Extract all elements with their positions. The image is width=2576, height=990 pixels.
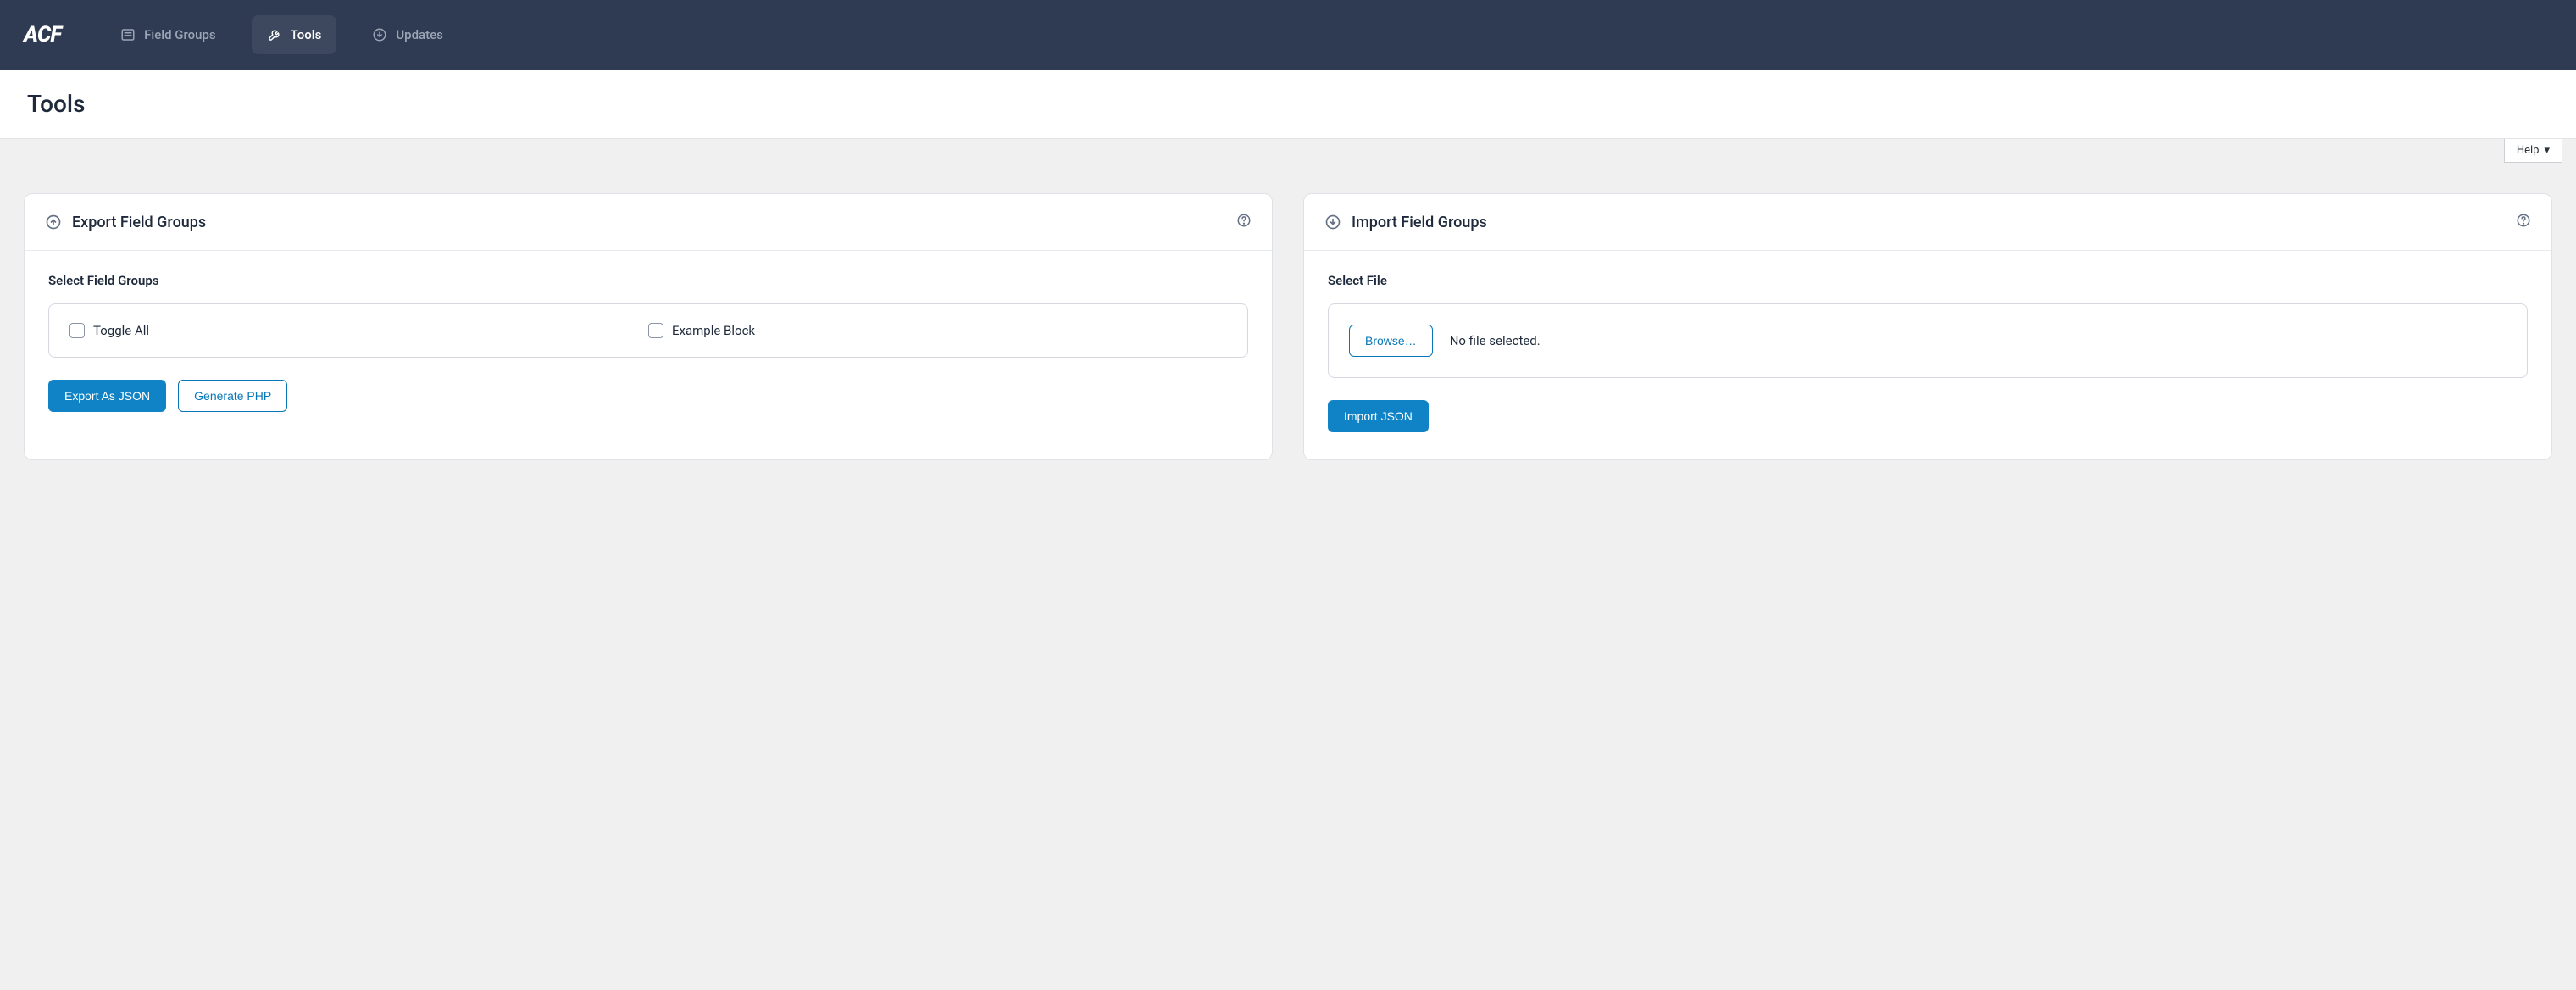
help-tab[interactable]: Help ▾ — [2504, 139, 2562, 163]
help-row: Help ▾ — [0, 139, 2576, 163]
cards-container: Export Field Groups Select Field Groups … — [0, 163, 2576, 484]
checkbox-icon — [648, 323, 663, 338]
import-json-button[interactable]: Import JSON — [1328, 400, 1429, 432]
card-header: Export Field Groups — [25, 194, 1272, 251]
toggle-all-checkbox[interactable]: Toggle All — [69, 323, 648, 338]
export-json-button[interactable]: Export As JSON — [48, 380, 166, 412]
field-group-box: Toggle All Example Block — [48, 303, 1248, 358]
file-status: No file selected. — [1450, 333, 1541, 348]
upload-circle-icon — [45, 214, 62, 231]
import-card: Import Field Groups Select File Browse… … — [1303, 193, 2552, 460]
caret-down-icon: ▾ — [2544, 144, 2550, 157]
card-title: Import Field Groups — [1352, 214, 1487, 231]
nav-label: Field Groups — [144, 27, 215, 42]
card-body: Select Field Groups Toggle All Example B… — [25, 251, 1272, 439]
button-row: Export As JSON Generate PHP — [48, 380, 1248, 412]
help-label: Help — [2517, 144, 2540, 157]
page-heading: Tools — [0, 70, 2576, 139]
list-icon — [120, 27, 136, 42]
page-title: Tools — [27, 90, 2549, 118]
nav-updates[interactable]: Updates — [357, 15, 458, 54]
checkbox-label: Example Block — [672, 323, 755, 338]
nav-label: Tools — [291, 27, 322, 42]
card-header: Import Field Groups — [1304, 194, 2551, 251]
download-circle-icon — [1324, 214, 1341, 231]
top-nav: ACF Field Groups Tools Updates — [0, 0, 2576, 70]
help-icon[interactable] — [2516, 213, 2531, 231]
generate-php-button[interactable]: Generate PHP — [178, 380, 287, 412]
nav-field-groups[interactable]: Field Groups — [105, 15, 230, 54]
checkbox-icon — [69, 323, 85, 338]
browse-button[interactable]: Browse… — [1349, 325, 1433, 357]
checkbox-label: Toggle All — [93, 323, 149, 338]
nav-tools[interactable]: Tools — [252, 15, 337, 54]
section-label: Select File — [1328, 273, 2528, 288]
export-card: Export Field Groups Select Field Groups … — [24, 193, 1273, 460]
tools-icon — [267, 27, 282, 42]
card-body: Select File Browse… No file selected. Im… — [1304, 251, 2551, 459]
file-box: Browse… No file selected. — [1328, 303, 2528, 378]
card-title: Export Field Groups — [72, 214, 206, 231]
brand-logo: ACF — [24, 22, 61, 47]
help-icon[interactable] — [1236, 213, 1252, 231]
download-circle-icon — [372, 27, 387, 42]
button-row: Import JSON — [1328, 400, 2528, 432]
nav-label: Updates — [396, 27, 443, 42]
section-label: Select Field Groups — [48, 273, 1248, 288]
field-group-checkbox[interactable]: Example Block — [648, 323, 1227, 338]
